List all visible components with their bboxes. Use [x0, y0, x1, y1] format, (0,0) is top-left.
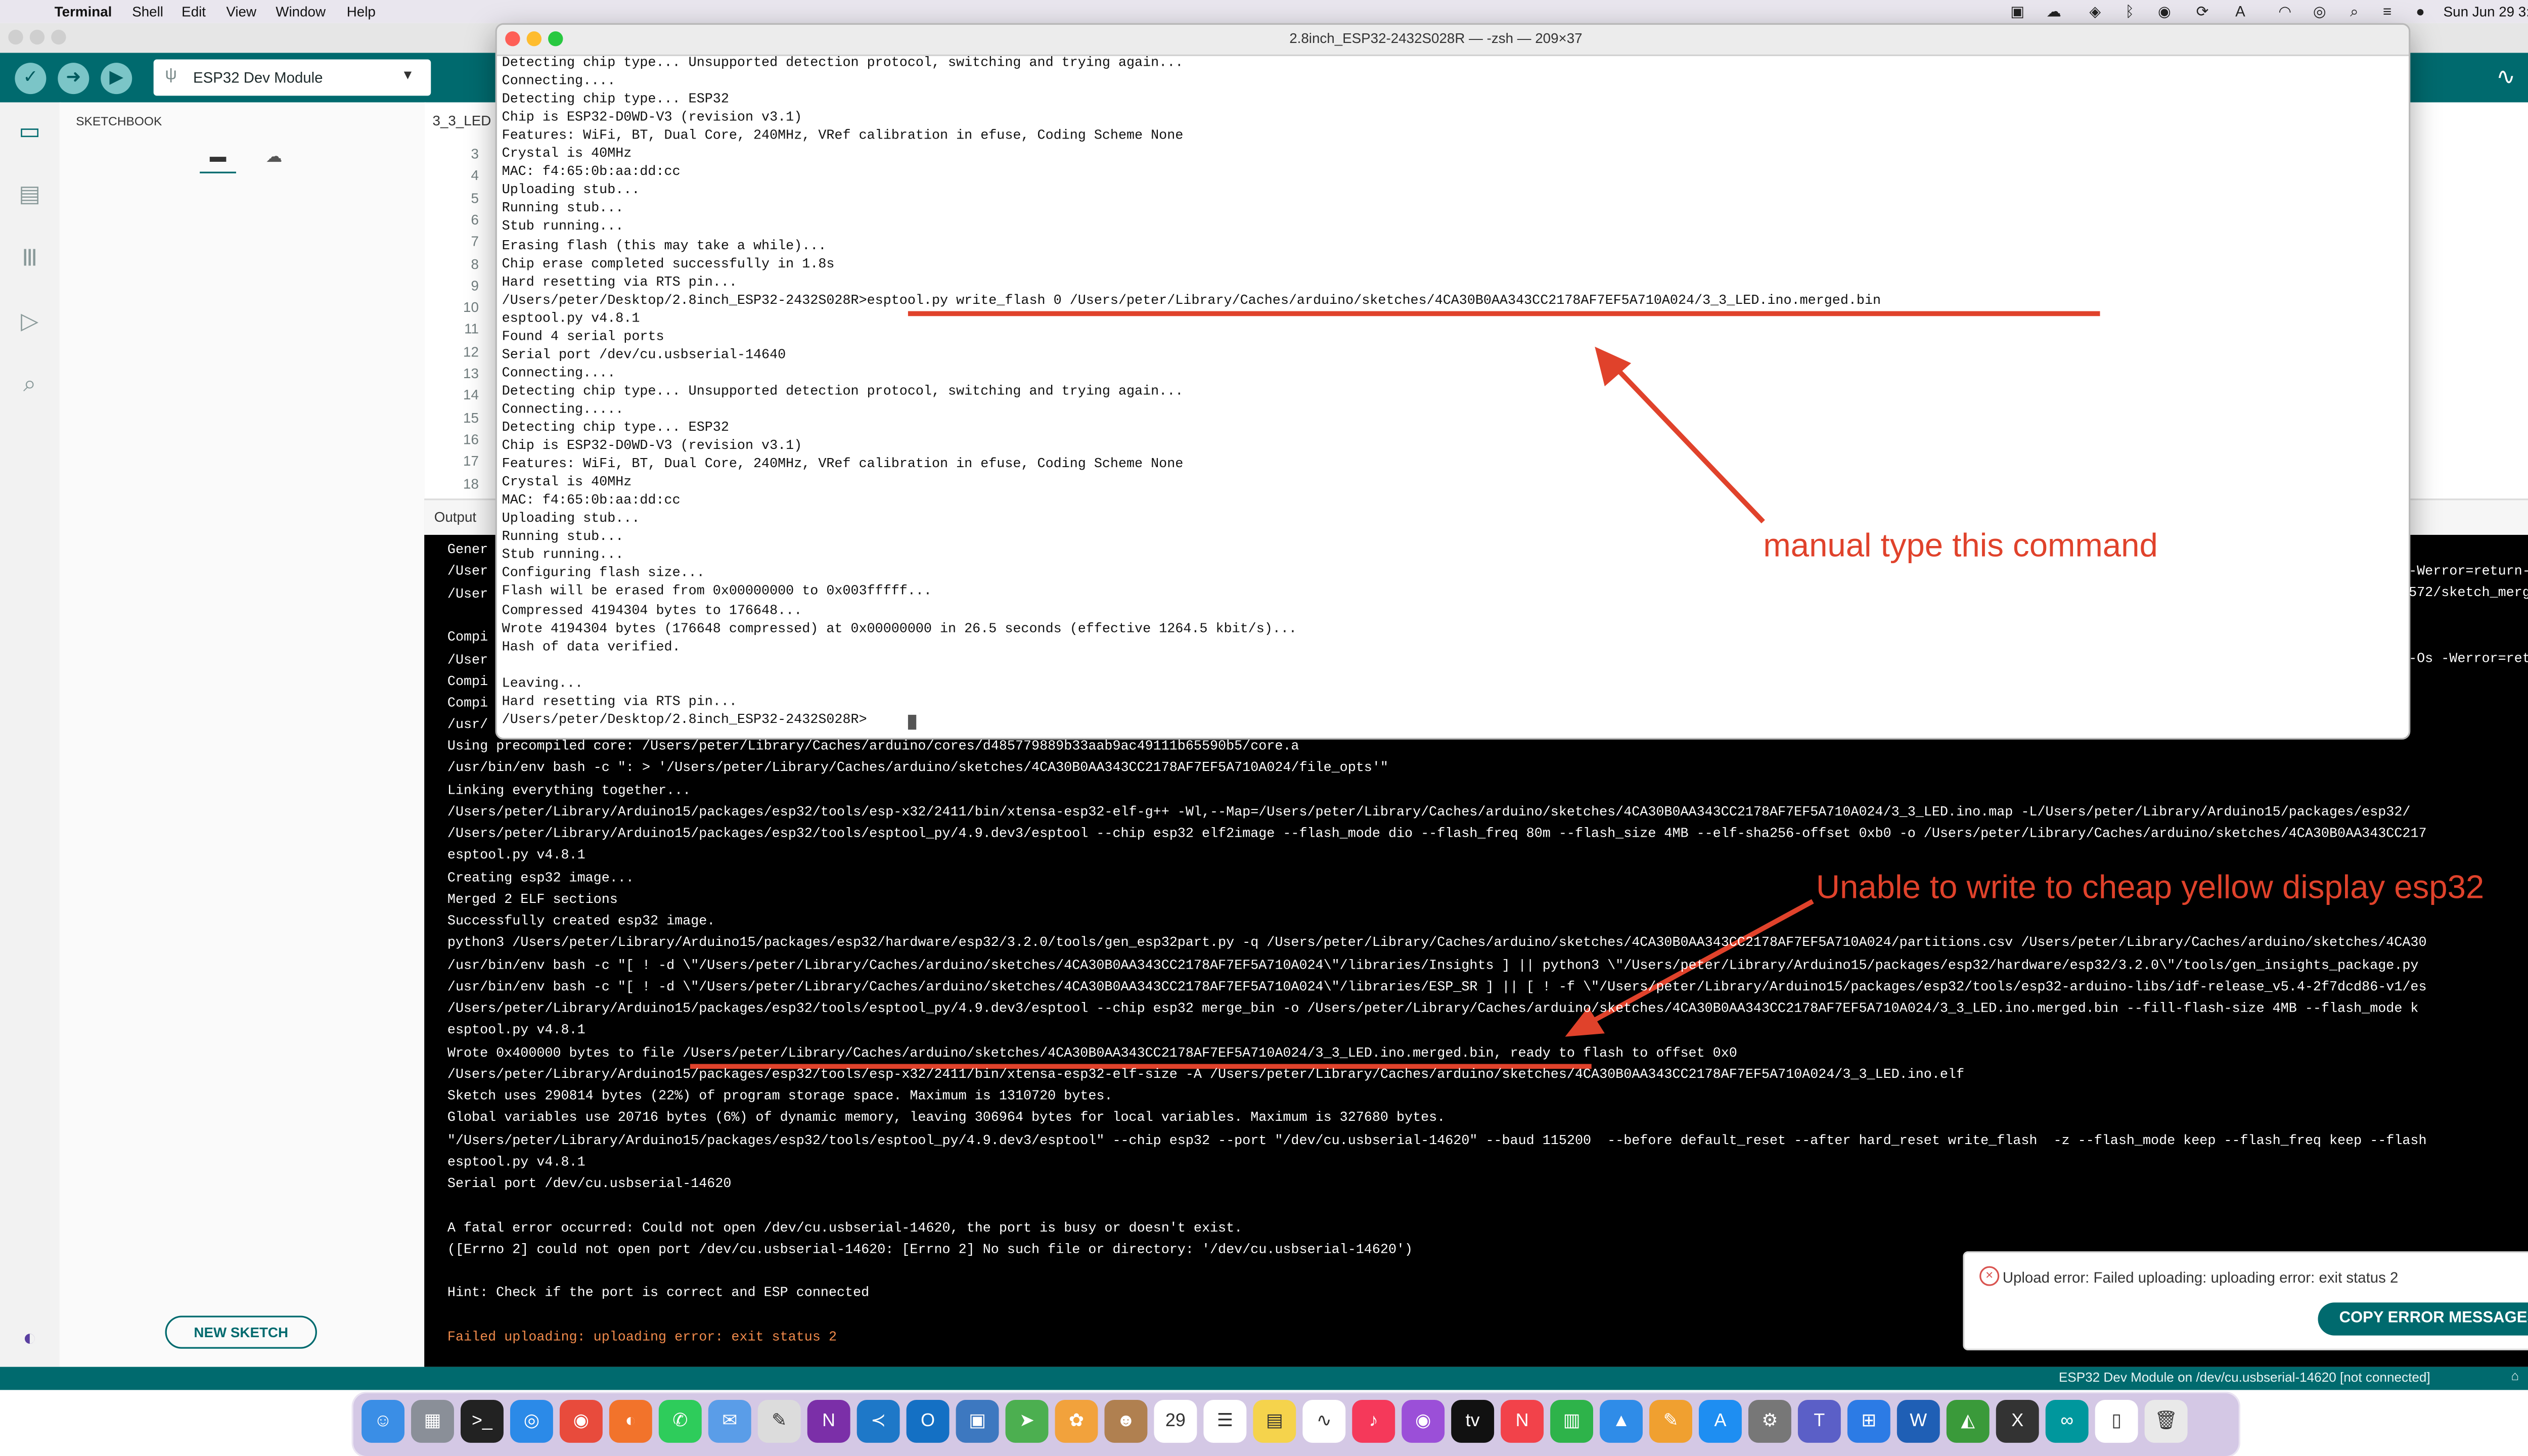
- preview-icon[interactable]: ▯: [2095, 1399, 2138, 1443]
- output-line: Gener: [447, 543, 488, 558]
- output-line-fragment: -Os -Werror=return-t: [2409, 652, 2528, 667]
- line-number: 12: [463, 343, 479, 359]
- whatsapp-icon[interactable]: ✆: [658, 1399, 702, 1443]
- line-number: 8: [471, 255, 479, 272]
- error-icon: ×: [1979, 1266, 2000, 1286]
- onenote-icon[interactable]: N: [807, 1399, 850, 1443]
- photos-icon[interactable]: ✿: [1055, 1399, 1098, 1443]
- mail-icon[interactable]: ✉: [708, 1399, 751, 1443]
- output-line: "/Users/peter/Library/Arduino15/packages…: [447, 1133, 2427, 1149]
- textedit-icon[interactable]: ✎: [757, 1399, 801, 1443]
- word-icon[interactable]: W: [1897, 1399, 1940, 1443]
- output-line: Linking everything together...: [447, 783, 691, 798]
- annotation-overlay: [690, 311, 2100, 1069]
- output-line: /User: [447, 653, 488, 668]
- line-number: 13: [463, 365, 479, 382]
- output-line: esptool.py v4.8.1: [447, 1155, 585, 1170]
- line-number: 14: [463, 387, 479, 403]
- output-line: Sketch uses 290814 bytes (22%) of progra…: [447, 1089, 1113, 1105]
- line-number: 7: [471, 233, 479, 250]
- output-line-fragment: -Werror=return-type -: [2409, 564, 2528, 580]
- podcasts-icon[interactable]: ◉: [1402, 1399, 1445, 1443]
- line-number: 17: [463, 452, 479, 469]
- line-number: 10: [463, 299, 479, 315]
- arrow-to-command: [1612, 365, 1765, 524]
- output-line: ([Errno 2] could not open port /dev/cu.u…: [447, 1242, 1413, 1258]
- safari-icon[interactable]: ◎: [510, 1399, 553, 1443]
- output-line: A fatal error occurred: Could not open /…: [447, 1220, 1243, 1236]
- maps-icon[interactable]: ➤: [1005, 1399, 1049, 1443]
- line-number: 18: [463, 474, 479, 491]
- windows-app-icon[interactable]: ⊞: [1847, 1399, 1890, 1443]
- news-icon[interactable]: N: [1501, 1399, 1544, 1443]
- output-line: /User: [447, 587, 488, 602]
- output-line: /Users/peter/Library/Arduino15/packages/…: [447, 827, 2427, 842]
- numbers-icon[interactable]: ▥: [1550, 1399, 1594, 1443]
- virtualbox-icon[interactable]: ▣: [956, 1399, 999, 1443]
- output-line: Creating esp32 image...: [447, 871, 634, 886]
- output-line: Using precompiled core: /Users/peter/Lib…: [447, 739, 1299, 755]
- output-line: /Users/peter/Library/Arduino15/packages/…: [447, 1067, 1965, 1083]
- pages-icon[interactable]: ✎: [1649, 1399, 1692, 1443]
- vscode-icon[interactable]: ≺: [856, 1399, 900, 1443]
- line-number: 16: [463, 430, 479, 447]
- line-number: 15: [463, 408, 479, 426]
- outlook-icon[interactable]: O: [906, 1399, 950, 1443]
- reminders-icon[interactable]: ☰: [1203, 1399, 1247, 1443]
- music-icon[interactable]: ♪: [1352, 1399, 1395, 1443]
- line-number: 4: [471, 167, 479, 184]
- output-line: Merged 2 ELF sections: [447, 892, 618, 908]
- xquartz-icon[interactable]: X: [1996, 1399, 2039, 1443]
- output-line: /usr/bin/env bash -c ": > '/Users/peter/…: [447, 761, 1388, 777]
- output-line: /Users/peter/Library/Arduino15/packages/…: [447, 805, 2411, 821]
- line-number: 6: [471, 211, 479, 228]
- line-number: 5: [471, 189, 479, 206]
- output-line: /usr/bin/env bash -c "[ ! -d \"/Users/pe…: [447, 980, 2427, 995]
- app-store-icon[interactable]: A: [1699, 1399, 1742, 1443]
- output-line: Hint: Check if the port is correct and E…: [447, 1286, 870, 1301]
- output-line: Compi: [447, 630, 488, 646]
- system-settings-icon[interactable]: ⚙: [1748, 1399, 1791, 1443]
- line-number: 11: [464, 321, 479, 338]
- output-line: Failed uploading: uploading error: exit …: [447, 1330, 837, 1345]
- launchpad-icon[interactable]: ▦: [411, 1399, 454, 1443]
- screen: Terminal Shell Edit View Window Help ▣ ☁…: [0, 0, 2528, 1456]
- contacts-icon[interactable]: ☻: [1104, 1399, 1148, 1443]
- teams-icon[interactable]: T: [1797, 1399, 1841, 1443]
- output-line: Wrote 0x400000 bytes to file /Users/pete…: [447, 1045, 1737, 1061]
- firefox-icon[interactable]: ◐: [609, 1399, 652, 1443]
- output-line: Compi: [447, 697, 488, 712]
- terminal-app-icon[interactable]: >_: [461, 1399, 504, 1443]
- chrome-icon[interactable]: ◉: [559, 1399, 603, 1443]
- trash-icon[interactable]: 🗑: [2144, 1399, 2188, 1443]
- notes-icon[interactable]: ▤: [1253, 1399, 1296, 1443]
- output-line: /User: [447, 565, 488, 580]
- output-line: /Users/peter/Library/Arduino15/packages/…: [447, 1002, 2419, 1017]
- toast-message: Upload error: Failed uploading: uploadin…: [2002, 1269, 2399, 1286]
- output-line: Compi: [447, 674, 488, 690]
- arduino-legacy-icon[interactable]: ◭: [1946, 1399, 1990, 1443]
- output-line: /usr/bin/env bash -c "[ ! -d \"/Users/pe…: [447, 958, 2419, 973]
- output-line: /usr/: [447, 718, 488, 734]
- output-line: python3 /Users/peter/Library/Arduino15/p…: [447, 936, 2427, 951]
- arduino-ide-icon[interactable]: ∞: [2045, 1399, 2089, 1443]
- output-line: Serial port /dev/cu.usbserial-14620: [447, 1177, 732, 1192]
- output-line: Successfully created esp32 image.: [447, 914, 715, 930]
- line-number: 3: [471, 145, 479, 162]
- output-line: esptool.py v4.8.1: [447, 849, 585, 864]
- freeform-icon[interactable]: ∿: [1302, 1399, 1346, 1443]
- keynote-icon[interactable]: ▲: [1600, 1399, 1643, 1443]
- line-number: 9: [471, 277, 479, 294]
- calendar-icon[interactable]: 29: [1154, 1399, 1197, 1443]
- finder-icon[interactable]: ☺: [362, 1399, 405, 1443]
- dock: ☺ ▦ >_ ◎ ◉ ◐ ✆ ✉ ✎ N ≺ O ▣ ➤ ✿ ☻ 29 ☰ ▤ ∿ ♪ ◉ tv N ▥ ▲ ✎ A ⚙ T ⊞ W ◭ X ∞ ▯ 🗑: [351, 1391, 2241, 1456]
- annotation-manual: manual type this command: [1763, 528, 2158, 565]
- tv-icon[interactable]: tv: [1451, 1399, 1495, 1443]
- output-line: Global variables use 20716 bytes (6%) of…: [447, 1111, 1446, 1126]
- output-line-fragment: 572/sketch_merged.cpp: [2409, 586, 2528, 601]
- output-line: esptool.py v4.8.1: [447, 1024, 585, 1039]
